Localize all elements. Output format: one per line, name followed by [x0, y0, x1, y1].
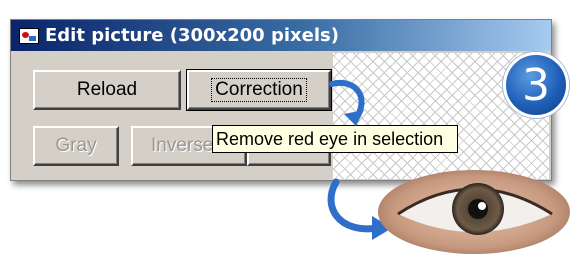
- gray-button-label: Gray: [55, 135, 97, 156]
- reload-button[interactable]: Reload: [33, 70, 181, 110]
- correction-button[interactable]: Correction: [186, 69, 332, 111]
- edit-picture-window: Edit picture (300x200 pixels) Reload Cor…: [10, 19, 552, 181]
- eye-image: [378, 170, 570, 254]
- curved-arrow-icon: [329, 79, 365, 126]
- reload-button-label: Reload: [76, 79, 138, 100]
- title-bar[interactable]: Edit picture (300x200 pixels): [11, 20, 551, 51]
- correction-button-label: Correction: [211, 78, 307, 102]
- picture-icon: [19, 27, 39, 44]
- step-badge: 3: [503, 52, 569, 118]
- step-number: 3: [522, 59, 550, 111]
- gray-button[interactable]: Gray: [33, 126, 119, 166]
- window-title: Edit picture (300x200 pixels): [45, 25, 339, 46]
- inverse-button-label: Inverse: [151, 135, 214, 156]
